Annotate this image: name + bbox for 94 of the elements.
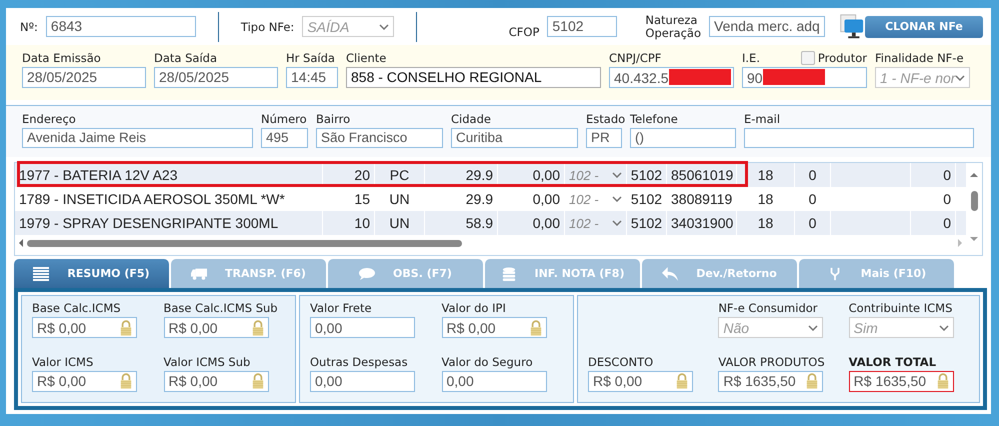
field-label: Base Calc.ICMS Sub [164, 301, 279, 315]
input-field[interactable] [744, 128, 974, 148]
input-field[interactable]: R$ 0,00 [442, 317, 546, 338]
clone-button[interactable]: CLONAR NFe [865, 16, 983, 38]
field-label: Valor do Seguro [442, 354, 534, 368]
field-label: Valor ICMS [32, 354, 94, 368]
field-label: Cliente [346, 51, 386, 65]
table-cell: 0 [795, 211, 831, 235]
input-field[interactable]: Curitiba [451, 128, 578, 148]
input-field[interactable]: 495 [261, 128, 308, 148]
input-field[interactable]: 858 - CONSELHO REGIONAL [346, 67, 601, 88]
padlock-icon [806, 373, 818, 389]
field-label: Bairro [316, 112, 352, 126]
input-field[interactable]: São Francisco [316, 128, 443, 148]
field-label: Estado [586, 112, 622, 126]
field-label: Natureza Operação [645, 14, 701, 40]
input-field[interactable]: 90 [742, 67, 867, 88]
chevron-down-icon [612, 172, 622, 178]
table-cell: 1979 - SPRAY DESENGRIPANTE 300ML [15, 211, 323, 235]
chevron-down-icon [612, 196, 622, 202]
field-label: Tipo NFe: [240, 20, 294, 34]
chevron-down-icon [808, 324, 818, 330]
field-label: Cidade [451, 112, 492, 126]
padlock-icon [120, 373, 132, 389]
database-icon [500, 266, 516, 280]
field-label: Valor ICMS Sub [164, 354, 252, 368]
input-field[interactable]: R$ 0,00 [164, 370, 268, 392]
input-field[interactable]: PR [586, 128, 622, 148]
field-label: Data Emissão [22, 51, 101, 65]
field-label: I.E. [742, 51, 760, 65]
field-label: Data Saída [154, 51, 218, 65]
field-label: Outras Despesas [310, 354, 409, 368]
field-label: E-mail [744, 112, 782, 126]
padlock-icon [120, 320, 132, 336]
input-field[interactable]: R$ 0,00 [32, 370, 137, 392]
table-row[interactable]: 1977 - BATERIA 12V A23 20 PC 29.9 0,00 102 - 5102 85061019 18 0 0 [15, 163, 966, 187]
table-row[interactable]: 1979 - SPRAY DESENGRIPANTE 300ML 10 UN 58.9 0,00 102 - 5102 34031900 18 0 0 [15, 211, 966, 235]
input-field[interactable]: 0,00 [310, 317, 415, 338]
input-field[interactable]: 40.432.5 [609, 67, 734, 88]
table-cell: 18 [737, 211, 795, 235]
input-field[interactable]: R$ 0,00 [588, 370, 693, 392]
field-label: Valor Frete [310, 301, 373, 315]
input-field[interactable]: 0,00 [310, 370, 415, 392]
input-field[interactable]: R$ 0,00 [32, 317, 137, 338]
checkbox-label: Produtor [818, 51, 867, 65]
field-label: CNPJ/CPF [609, 51, 662, 65]
field-label: Finalidade NF-e [875, 51, 964, 65]
chevron-down-icon [379, 24, 390, 30]
padlock-icon [936, 373, 949, 389]
field-label: Telefone [630, 112, 679, 126]
chevron-down-icon [955, 74, 966, 80]
field-label: Número [261, 112, 308, 126]
input-field[interactable]: 0,00 [442, 370, 546, 392]
speech-bubble-icon [359, 266, 376, 280]
input-field[interactable]: 6843 [46, 16, 196, 37]
padlock-icon [252, 373, 264, 389]
input-field[interactable]: R$ 0,00 [164, 317, 268, 338]
table-cell: 0 [911, 211, 956, 235]
chevron-down-icon [938, 324, 949, 330]
input-field[interactable]: R$ 1635,50 [848, 370, 954, 392]
tab[interactable]: RESUMO (F5) [14, 259, 169, 288]
truck-icon [191, 266, 208, 280]
field-label: Endereço [22, 112, 77, 126]
input-field[interactable]: 5102 [547, 16, 618, 37]
input-field[interactable]: R$ 1635,50 [718, 370, 824, 392]
field-label: VALOR TOTAL [848, 354, 938, 368]
field-label: CFOP [508, 24, 540, 38]
list-icon [33, 266, 50, 280]
input-field[interactable]: Avenida Jaime Reis [22, 128, 253, 148]
field-label: Valor do IPI [442, 301, 507, 315]
table-cell: 34031900 [667, 211, 737, 235]
field-label: VALOR PRODUTOS [718, 354, 826, 368]
padlock-icon [252, 320, 264, 336]
field-label: Base Calc.ICMS [32, 301, 122, 315]
table-cell: UN [375, 211, 425, 235]
field-label: Hr Saída [286, 51, 335, 65]
input-field[interactable]: () [630, 128, 736, 148]
input-field[interactable]: 14:45 [286, 67, 338, 88]
input-field[interactable]: 28/05/2025 [22, 67, 146, 88]
input-field[interactable]: 28/05/2025 [154, 67, 278, 88]
table-cell: 5102 [627, 211, 667, 235]
field-label: NF-e Consumidor [718, 301, 819, 315]
padlock-icon [530, 320, 542, 336]
chevron-down-icon [612, 220, 622, 226]
table-cell: 10 [323, 211, 375, 235]
field-label: Nº: [20, 20, 38, 34]
padlock-icon [676, 373, 688, 389]
field-label: DESCONTO [588, 354, 654, 368]
checkbox[interactable] [800, 51, 815, 65]
field-label: Contribuinte ICMS [848, 301, 954, 315]
reply-icon [662, 266, 678, 280]
input-field[interactable]: Venda merc. adq [709, 16, 825, 37]
table-cell: 58.9 [425, 211, 498, 235]
table-cell: 0,00 [498, 211, 565, 235]
